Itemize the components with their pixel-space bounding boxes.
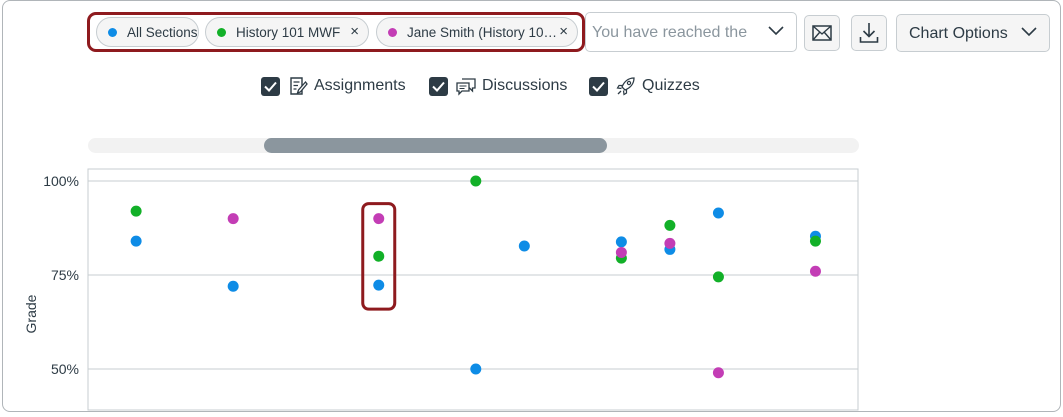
y-tick-label: 50% — [51, 361, 79, 377]
data-point-jane-smith[interactable] — [615, 246, 627, 258]
y-tick-label: 75% — [51, 267, 79, 283]
data-point-jane-smith[interactable] — [227, 213, 239, 225]
data-point-all-sections[interactable] — [470, 363, 482, 375]
data-point-history-101-mwf[interactable] — [809, 235, 821, 247]
data-point-all-sections[interactable] — [373, 279, 385, 291]
data-point-jane-smith[interactable] — [664, 237, 676, 249]
plot-area — [87, 168, 859, 411]
data-point-all-sections[interactable] — [227, 280, 239, 292]
chart-grid — [87, 168, 859, 411]
data-point-jane-smith[interactable] — [373, 213, 385, 225]
data-point-history-101-mwf[interactable] — [130, 205, 142, 217]
data-point-history-101-mwf[interactable] — [664, 219, 676, 231]
grade-scatter-chart: Grade 100% 75% 50% — [23, 168, 859, 411]
y-tick-label: 100% — [43, 173, 79, 189]
data-point-history-101-mwf[interactable] — [373, 250, 385, 262]
data-point-history-101-mwf[interactable] — [712, 271, 724, 283]
data-point-all-sections[interactable] — [518, 240, 530, 252]
data-point-all-sections[interactable] — [712, 207, 724, 219]
data-point-jane-smith[interactable] — [809, 265, 821, 277]
data-point-all-sections[interactable] — [130, 235, 142, 247]
y-axis-label: Grade — [23, 294, 39, 333]
data-point-history-101-mwf[interactable] — [470, 175, 482, 187]
data-point-jane-smith[interactable] — [712, 367, 724, 379]
data-point-all-sections[interactable] — [615, 236, 627, 248]
